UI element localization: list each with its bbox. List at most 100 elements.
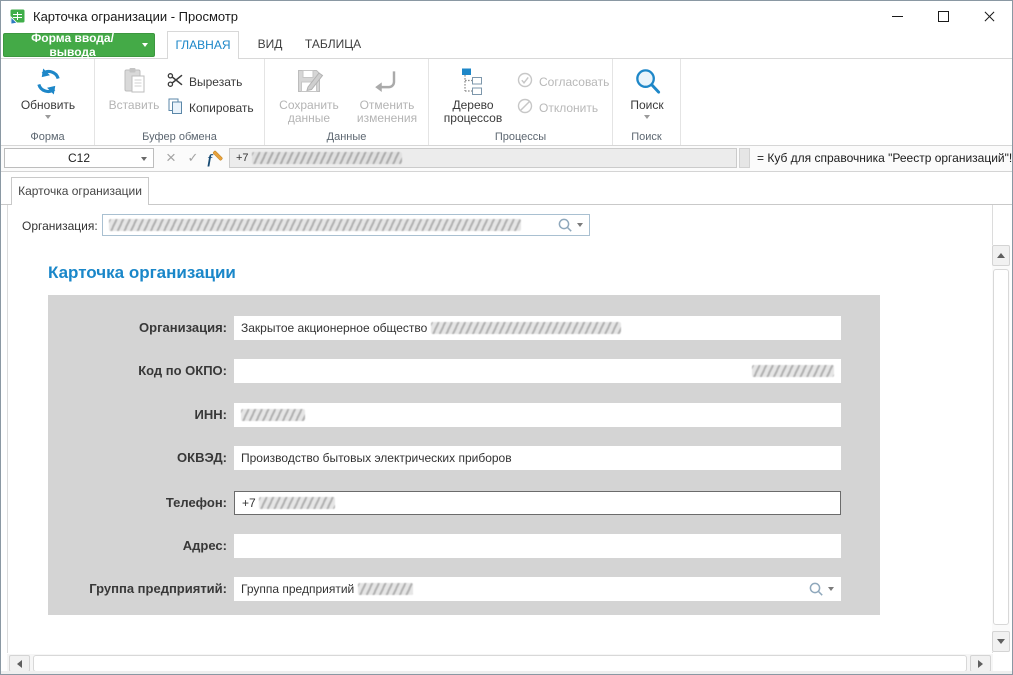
form-content: Организация: Карточка организации Органи…: [7, 205, 993, 653]
field-label: ИНН:: [48, 403, 227, 427]
app-icon: [9, 8, 26, 25]
vertical-scroll-thumb[interactable]: [993, 269, 1009, 625]
undo-changes-button[interactable]: Отменить изменения: [349, 63, 425, 125]
field-row-okved: ОКВЭД: Производство бытовых электрически…: [48, 446, 880, 470]
minimize-button[interactable]: [874, 1, 920, 31]
organization-input[interactable]: Закрытое акционерное общество: [234, 316, 841, 340]
ribbon-group-processes: Дерево процессов Согласовать: [429, 59, 613, 145]
redacted-value: [241, 409, 305, 421]
field-row-phone: Телефон: +7: [48, 491, 880, 515]
triangle-down-icon: [997, 639, 1005, 644]
reject-button[interactable]: Отклонить: [517, 98, 598, 117]
cell-reference: C12: [68, 151, 90, 165]
form-tab-strip: Карточка огранизации: [1, 177, 1012, 205]
cancel-icon[interactable]: ×: [161, 148, 181, 168]
field-row-okpo: Код по ОКПО:: [48, 359, 880, 383]
formula-bar: C12 × ✓ f +7 = Куб для справочника "Реес…: [1, 146, 1012, 172]
save-data-button[interactable]: Сохранить данные: [273, 63, 345, 125]
formula-bar-splitter[interactable]: [739, 148, 750, 168]
field-row-organization: Организация: Закрытое акционерное общест…: [48, 316, 880, 340]
save-icon: [294, 63, 324, 99]
triangle-up-icon: [997, 253, 1005, 258]
inn-input[interactable]: [234, 403, 841, 427]
formula-value-prefix: +7: [236, 152, 249, 164]
cell-name-box[interactable]: C12: [4, 148, 154, 168]
scroll-up-button[interactable]: [992, 245, 1010, 266]
ribbon-group-label: Поиск: [613, 131, 680, 143]
ribbon-tab-row: Форма ввода/вывода ГЛАВНАЯ ВИД ТАБЛИЦА: [1, 31, 1012, 59]
ribbon-group-search: Поиск Поиск: [613, 59, 681, 145]
paste-icon: [120, 63, 148, 99]
field-label: Организация:: [48, 316, 227, 340]
enterprise-group-combo[interactable]: Группа предприятий: [234, 577, 841, 601]
horizontal-scroll-thumb[interactable]: [33, 655, 967, 672]
tab-vid[interactable]: ВИД: [247, 31, 293, 59]
maximize-button[interactable]: [920, 1, 966, 31]
copy-icon: [167, 98, 183, 117]
maximize-icon: [938, 11, 949, 22]
card-heading: Карточка организации: [48, 263, 236, 283]
ribbon-group-label: Форма: [1, 131, 94, 143]
copy-button[interactable]: Копировать: [167, 98, 254, 117]
triangle-left-icon: [17, 660, 22, 668]
ribbon-group-label: Буфер обмена: [95, 131, 264, 143]
cut-button[interactable]: Вырезать: [167, 72, 242, 91]
redacted-value: [431, 322, 621, 334]
organization-selector-label: Организация:: [22, 219, 98, 233]
field-label: Телефон:: [48, 491, 227, 515]
field-label: Группа предприятий:: [48, 577, 227, 601]
redacted-value: [752, 365, 834, 377]
ribbon: Обновить Форма Вставить: [1, 59, 1012, 146]
scissors-icon: [167, 72, 183, 91]
redacted-formula-value: [252, 152, 402, 164]
scroll-down-button[interactable]: [992, 631, 1010, 652]
paste-button[interactable]: Вставить: [105, 63, 163, 112]
chevron-down-icon[interactable]: [577, 223, 583, 227]
form-io-menu-button[interactable]: Форма ввода/вывода: [3, 33, 155, 57]
svg-text:f: f: [208, 153, 214, 168]
scroll-left-button[interactable]: [9, 655, 30, 672]
undo-icon: [373, 63, 401, 99]
insert-function-icon[interactable]: f: [205, 148, 225, 168]
search-button[interactable]: Поиск: [614, 63, 680, 119]
field-row-enterprise-group: Группа предприятий: Группа предприятий: [48, 577, 880, 601]
app-window: Карточка огранизации - Просмотр Форма вв…: [0, 0, 1013, 675]
tab-tablitsa[interactable]: ТАБЛИЦА: [299, 31, 367, 59]
close-icon: [983, 10, 996, 23]
address-input[interactable]: [234, 534, 841, 558]
scroll-right-button[interactable]: [970, 655, 991, 672]
approve-button[interactable]: Согласовать: [517, 72, 609, 91]
triangle-right-icon: [978, 660, 983, 668]
tab-glavnaya[interactable]: ГЛАВНАЯ: [167, 31, 239, 59]
process-tree-button[interactable]: Дерево процессов: [437, 63, 509, 125]
redacted-value: [358, 583, 413, 595]
approve-icon: [517, 72, 533, 91]
title-bar: Карточка огранизации - Просмотр: [1, 1, 1012, 31]
field-label: Код по ОКПО:: [48, 359, 227, 383]
okpo-input[interactable]: [234, 359, 841, 383]
ribbon-group-label: Данные: [265, 131, 428, 143]
cube-reference-text: = Куб для справочника "Реестр организаци…: [757, 151, 1013, 165]
minimize-icon: [892, 16, 903, 17]
ribbon-group-data: Сохранить данные Отменить изменения Данн…: [265, 59, 429, 145]
chevron-down-icon[interactable]: [828, 587, 834, 591]
confirm-icon[interactable]: ✓: [183, 148, 203, 168]
refresh-button[interactable]: Обновить: [14, 63, 82, 119]
formula-input[interactable]: +7: [229, 148, 737, 168]
bottom-strip: [1, 671, 1012, 674]
search-icon[interactable]: [809, 582, 824, 597]
search-icon[interactable]: [558, 218, 573, 233]
form-tab-kartochka[interactable]: Карточка огранизации: [11, 177, 149, 205]
phone-input[interactable]: +7: [234, 491, 841, 515]
ribbon-group-clipboard: Вставить Вырезать: [95, 59, 265, 145]
field-label: ОКВЭД:: [48, 446, 227, 470]
organization-selector-combo[interactable]: [102, 214, 590, 236]
vertical-scrollbar[interactable]: [992, 245, 1010, 652]
redacted-organization-value: [109, 219, 521, 231]
chevron-down-icon: [141, 157, 147, 161]
field-value: Производство бытовых электрических прибо…: [241, 451, 512, 465]
okved-input[interactable]: Производство бытовых электрических прибо…: [234, 446, 841, 470]
close-button[interactable]: [966, 1, 1012, 31]
form-io-menu-label: Форма ввода/вывода: [10, 31, 135, 59]
field-value: Закрытое акционерное общество: [241, 321, 427, 335]
